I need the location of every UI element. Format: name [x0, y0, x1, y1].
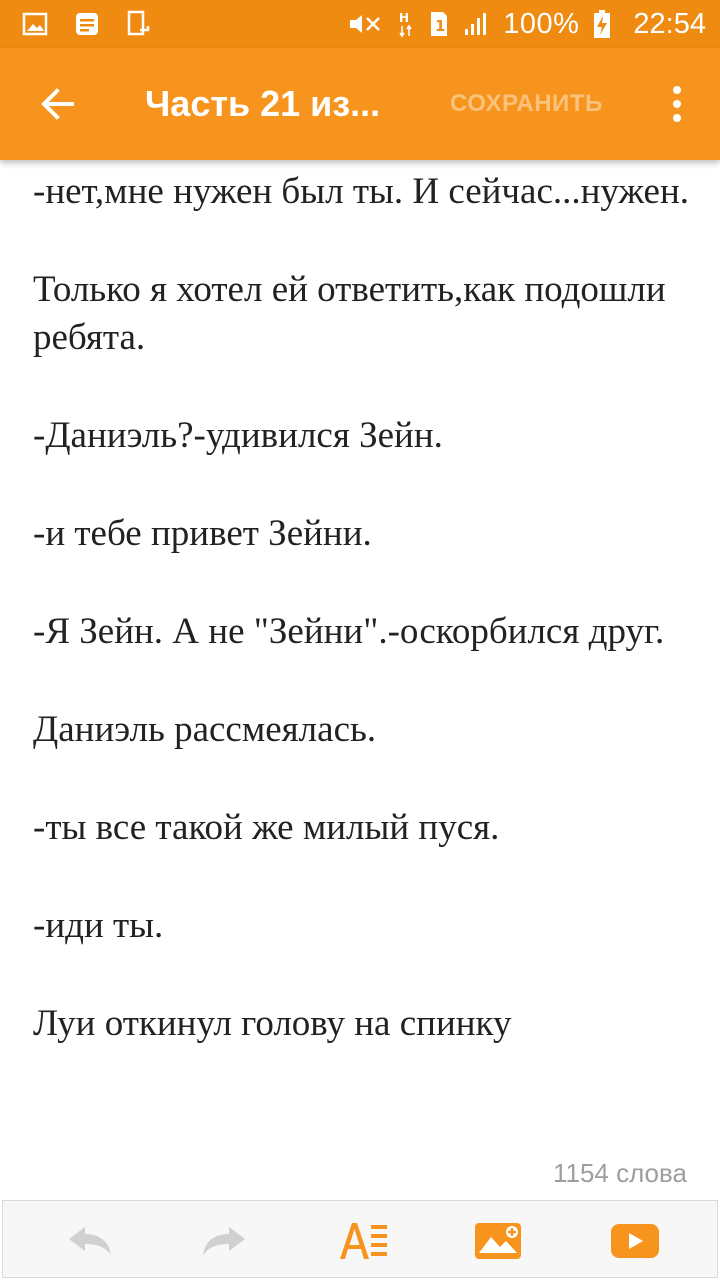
overflow-menu-button[interactable] [662, 82, 692, 126]
story-paragraph: -Я Зейн. А не "Зейни".-оскорбился друг. [33, 611, 665, 652]
insert-video-icon [611, 1224, 659, 1258]
undo-button[interactable] [65, 1219, 113, 1263]
app-bar: Часть 21 из... СОХРАНИТЬ [0, 48, 720, 160]
more-vert-icon [673, 86, 681, 122]
story-paragraph: -Даниэль?-удивился Зейн. [33, 415, 443, 456]
battery-percent: 100% [503, 7, 580, 40]
save-button[interactable]: СОХРАНИТЬ [450, 88, 603, 120]
message-notification-icon [74, 11, 100, 37]
story-paragraph: Только я хотел ей ответить,как подошли р… [33, 269, 666, 358]
signal-strength-icon [463, 11, 489, 37]
status-bar: H 1 100% 22:54 [0, 0, 720, 48]
system-status: H 1 100% 22:54 [347, 8, 706, 41]
redo-button[interactable] [201, 1219, 249, 1263]
story-paragraph: -и тебе привет Зейни. [33, 513, 372, 554]
download-notification-icon [126, 10, 152, 38]
story-paragraph: Луи откинул голову на спинку [33, 1003, 512, 1044]
page-title: Часть 21 из... [145, 83, 381, 124]
clock: 22:54 [633, 7, 706, 40]
story-paragraph: Даниэль рассмеялась. [33, 709, 377, 750]
story-editor[interactable]: -нет,мне нужен был ты. И сейчас...нужен.… [33, 168, 693, 1098]
battery-charging-icon [593, 9, 611, 39]
arrow-back-icon [41, 88, 74, 120]
insert-image-icon [475, 1223, 521, 1259]
back-button[interactable] [36, 82, 80, 126]
mute-icon [347, 12, 383, 36]
text-format-icon [340, 1223, 387, 1259]
word-count: 1154 слова [552, 1158, 687, 1188]
insert-image-button[interactable] [473, 1219, 525, 1263]
editor-toolbar [2, 1200, 718, 1278]
sim-card-icon: 1 [429, 10, 449, 38]
undo-icon [69, 1227, 111, 1255]
notification-icons [22, 10, 152, 38]
network-h-icon: H [397, 10, 415, 38]
insert-video-button[interactable] [609, 1219, 661, 1263]
redo-icon [203, 1227, 245, 1255]
text-format-button[interactable] [337, 1219, 391, 1263]
story-paragraph: -нет,мне нужен был ты. И сейчас...нужен. [33, 171, 689, 212]
svg-text:H: H [399, 11, 409, 25]
story-paragraph: -ты все такой же милый пуся. [33, 807, 500, 848]
story-paragraph: -иди ты. [33, 905, 164, 946]
svg-text:1: 1 [435, 17, 445, 35]
gallery-notification-icon [22, 12, 48, 36]
